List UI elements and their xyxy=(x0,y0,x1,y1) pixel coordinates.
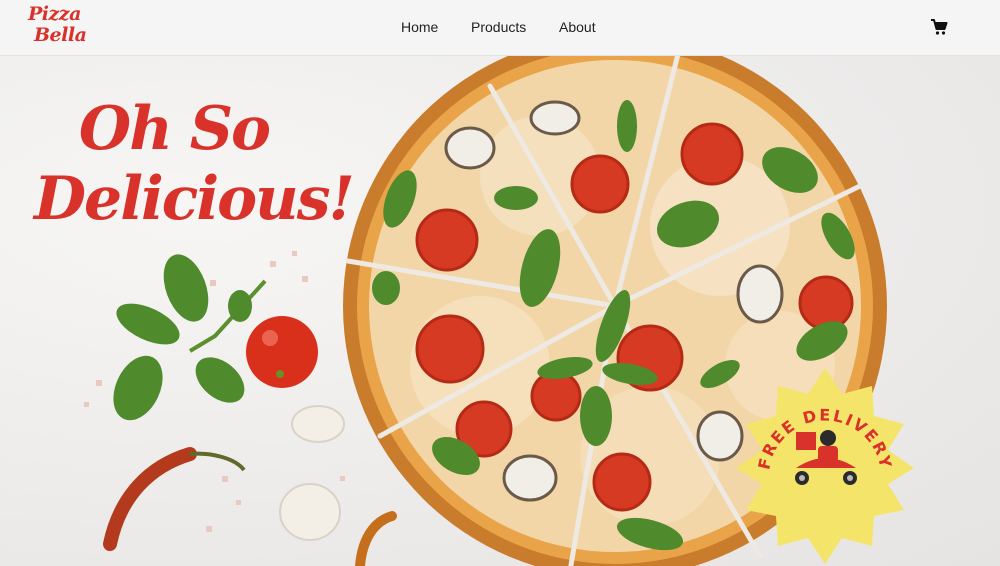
garlic-image xyxy=(279,405,345,541)
nav-products-link[interactable]: Products xyxy=(471,19,526,35)
site-header: Pizza Bella Home Products About xyxy=(0,0,1000,56)
cart-icon[interactable] xyxy=(930,18,948,36)
nav-about-link[interactable]: About xyxy=(559,19,596,35)
basil-sprig-image xyxy=(113,254,267,421)
nav-home-link[interactable]: Home xyxy=(401,19,438,35)
hero-headline: Oh So Delicious! xyxy=(34,94,355,234)
hero-headline-line-1: Oh So xyxy=(78,94,271,164)
hero-headline-line-2: Delicious! xyxy=(34,164,355,234)
main-nav: Home Products About xyxy=(0,19,1000,39)
hero-banner: Oh So Delicious! FREE DELIVERY xyxy=(0,56,1000,566)
chili-pepper-image xyxy=(103,447,397,566)
tomato-image xyxy=(246,316,318,388)
